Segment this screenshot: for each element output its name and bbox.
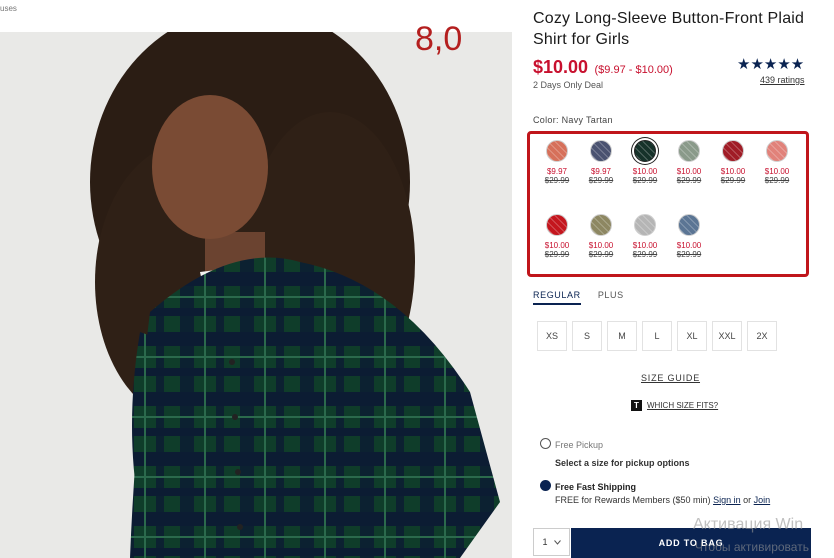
- fit-t-icon: T: [631, 400, 642, 411]
- swatch-color-dot: [590, 140, 612, 162]
- color-swatch[interactable]: $10.00 $29.99: [582, 214, 620, 260]
- color-swatch[interactable]: $9.97 $29.99: [582, 140, 620, 186]
- color-swatch[interactable]: $10.00 $29.99: [758, 140, 796, 186]
- tab-plus[interactable]: PLUS: [598, 290, 624, 303]
- chevron-down-icon: [553, 539, 561, 545]
- size-button-xxl[interactable]: XXL: [712, 321, 742, 351]
- swatch-color-dot: [546, 214, 568, 236]
- swatch-original-price: $29.99: [632, 176, 658, 185]
- color-swatch[interactable]: $10.00 $29.99: [626, 214, 664, 260]
- swatch-color-dot: [722, 140, 744, 162]
- swatch-original-price: $29.99: [764, 176, 790, 185]
- swatch-color-dot: [590, 214, 612, 236]
- pickup-subtext: Select a size for pickup options: [555, 458, 690, 468]
- swatch-color-dot: [634, 140, 656, 162]
- size-button-m[interactable]: M: [607, 321, 637, 351]
- swatch-original-price: $29.99: [544, 250, 570, 259]
- color-swatch[interactable]: $10.00 $29.99: [626, 140, 664, 186]
- sign-in-link[interactable]: Sign in: [713, 495, 741, 505]
- shipping-subtext: FREE for Rewards Members ($50 min) Sign …: [555, 495, 770, 505]
- price-range: ($9.97 - $10.00): [594, 64, 673, 76]
- swatch-original-price: $29.99: [588, 176, 614, 185]
- swatch-original-price: $29.99: [544, 176, 570, 185]
- color-swatch[interactable]: $9.97 $29.99: [538, 140, 576, 186]
- color-label: Color: Navy Tartan: [533, 115, 613, 125]
- swatch-sale-price: $10.00: [544, 241, 570, 250]
- swatch-sale-price: $10.00: [676, 241, 702, 250]
- product-title: Cozy Long-Sleeve Button-Front Plaid Shir…: [533, 10, 805, 48]
- size-button-l[interactable]: L: [642, 321, 672, 351]
- swatch-color-dot: [766, 140, 788, 162]
- swatch-color-dot: [546, 140, 568, 162]
- tab-regular[interactable]: REGULAR: [533, 290, 581, 305]
- rating-stars[interactable]: ★★★★★: [737, 55, 804, 73]
- swatch-color-dot: [678, 140, 700, 162]
- swatch-sale-price: $9.97: [546, 167, 568, 176]
- swatch-sale-price: $10.00: [764, 167, 790, 176]
- product-photo[interactable]: [0, 32, 512, 558]
- join-link[interactable]: Join: [754, 495, 771, 505]
- swatch-sale-price: $10.00: [632, 241, 658, 250]
- size-guide-link[interactable]: SIZE GUIDE: [641, 373, 700, 383]
- windows-activation-watermark-title: Активация Win: [693, 516, 804, 533]
- swatch-original-price: $29.99: [632, 250, 658, 259]
- windows-activation-watermark-text: Чтобы активировать: [695, 540, 809, 554]
- size-button-s[interactable]: S: [572, 321, 602, 351]
- shipping-label: Free Fast Shipping: [555, 482, 637, 492]
- size-button-2x[interactable]: 2X: [747, 321, 777, 351]
- color-swatch[interactable]: $10.00 $29.99: [670, 140, 708, 186]
- swatch-original-price: $29.99: [676, 250, 702, 259]
- color-swatch[interactable]: $10.00 $29.99: [538, 214, 576, 260]
- which-size-fits-link[interactable]: T WHICH SIZE FITS?: [631, 400, 718, 411]
- size-button-xl[interactable]: XL: [677, 321, 707, 351]
- quantity-value: 1: [542, 537, 548, 547]
- color-label-prefix: Color:: [533, 115, 559, 125]
- size-selector: XS S M L XL XXL 2X: [537, 321, 777, 351]
- pickup-label: Free Pickup: [555, 440, 604, 450]
- shipping-radio[interactable]: [540, 480, 551, 491]
- shipping-sub-prefix: FREE for Rewards Members ($50 min): [555, 495, 711, 505]
- ratings-link[interactable]: 439 ratings: [760, 75, 805, 85]
- swatch-original-price: $29.99: [720, 176, 746, 185]
- deal-label: 2 Days Only Deal: [533, 80, 604, 90]
- size-type-tabs: REGULAR PLUS: [533, 290, 638, 305]
- swatch-sale-price: $9.97: [590, 167, 612, 176]
- swatch-sale-price: $10.00: [720, 167, 746, 176]
- swatch-original-price: $29.99: [676, 176, 702, 185]
- price-row: $10.00 ($9.97 - $10.00): [533, 57, 673, 78]
- quantity-select[interactable]: 1: [533, 528, 570, 556]
- annotation-number: 8,0: [415, 20, 463, 58]
- swatch-sale-price: $10.00: [632, 167, 658, 176]
- model-photo-illustration: [90, 32, 500, 558]
- shipping-or: or: [743, 495, 752, 505]
- swatch-sale-price: $10.00: [588, 241, 614, 250]
- swatch-sale-price: $10.00: [676, 167, 702, 176]
- size-button-xs[interactable]: XS: [537, 321, 567, 351]
- color-swatch[interactable]: $10.00 $29.99: [714, 140, 752, 186]
- swatch-color-dot: [634, 214, 656, 236]
- swatch-original-price: $29.99: [588, 250, 614, 259]
- color-swatch[interactable]: $10.00 $29.99: [670, 214, 708, 260]
- current-price: $10.00: [533, 57, 589, 77]
- which-size-fits-label: WHICH SIZE FITS?: [647, 401, 719, 410]
- swatch-color-dot: [678, 214, 700, 236]
- breadcrumb[interactable]: uses: [0, 4, 17, 13]
- color-selected-name: Navy Tartan: [561, 115, 613, 125]
- pickup-radio[interactable]: [540, 438, 551, 449]
